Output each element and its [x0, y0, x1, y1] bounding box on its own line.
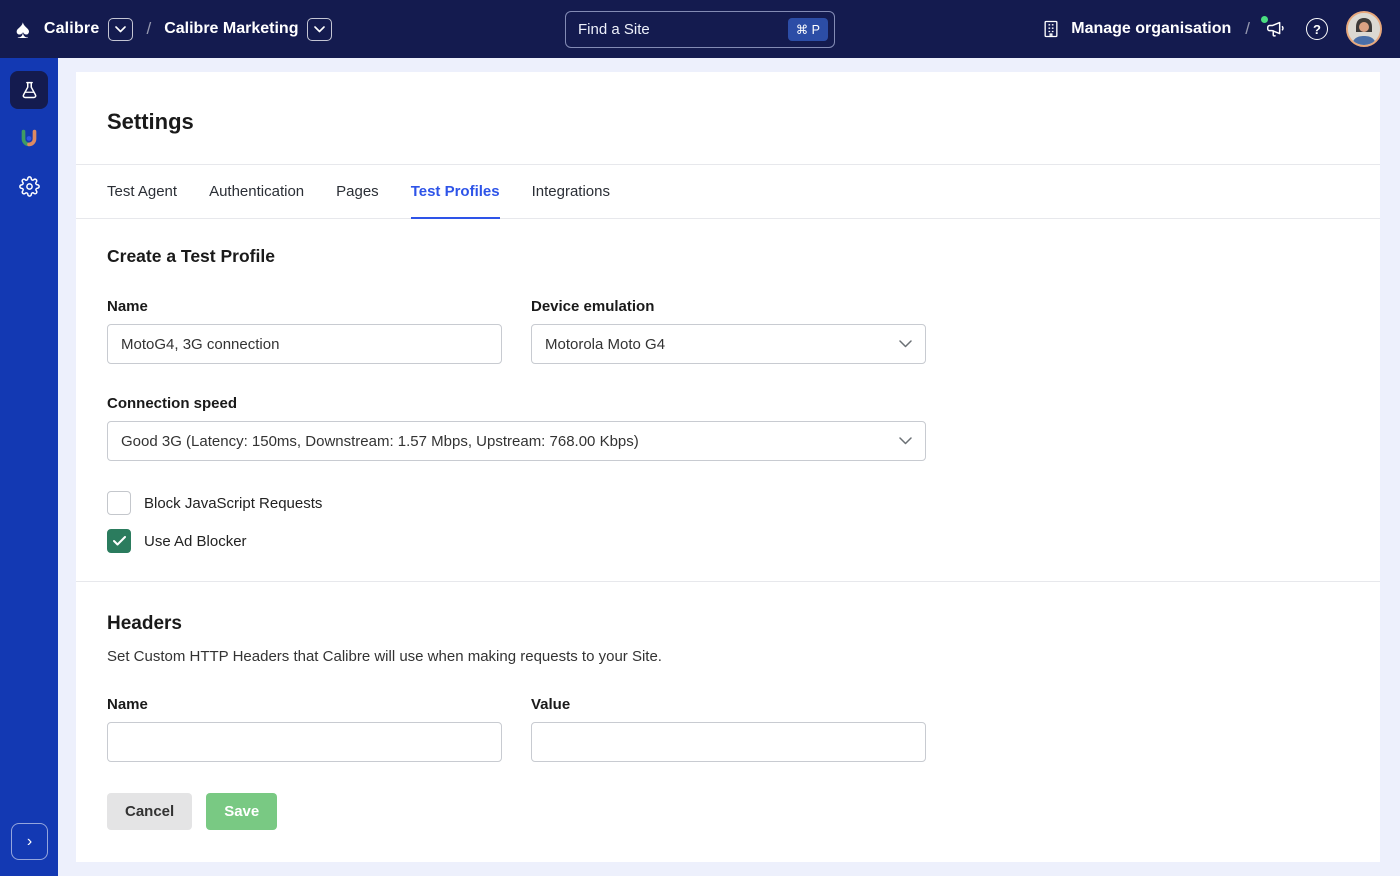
block-js-label: Block JavaScript Requests — [144, 495, 322, 512]
header-value-input[interactable] — [531, 722, 926, 762]
org-name: Calibre Marketing — [164, 20, 298, 38]
breadcrumb-separator: / — [146, 19, 151, 39]
sidebar-item-tests[interactable] — [10, 71, 48, 109]
tab-authentication[interactable]: Authentication — [209, 165, 304, 219]
header-value-label: Value — [531, 696, 926, 713]
gear-icon — [19, 176, 40, 197]
chevron-down-icon — [115, 26, 126, 33]
chevron-right-icon: › — [27, 833, 32, 851]
brand-name: Calibre — [44, 20, 100, 38]
tab-pages[interactable]: Pages — [336, 165, 379, 219]
headers-description: Set Custom HTTP Headers that Calibre wil… — [107, 648, 1349, 665]
tab-integrations[interactable]: Integrations — [532, 165, 610, 219]
brand-switcher-button[interactable] — [108, 18, 133, 41]
megaphone-icon — [1264, 18, 1288, 40]
chevron-down-icon — [899, 340, 912, 348]
profile-name-input[interactable] — [107, 324, 502, 364]
find-site-search[interactable]: ⌘ P — [565, 11, 835, 48]
calibre-logo-icon[interactable]: ♠ — [16, 16, 30, 42]
search-input[interactable] — [578, 21, 788, 38]
block-js-checkbox-row: Block JavaScript Requests — [107, 491, 1349, 515]
device-emulation-value: Motorola Moto G4 — [545, 336, 665, 353]
block-js-checkbox[interactable] — [107, 491, 131, 515]
left-sidebar: › — [0, 58, 58, 876]
connection-speed-label: Connection speed — [107, 395, 926, 412]
tab-test-agent[interactable]: Test Agent — [107, 165, 177, 219]
connection-speed-select[interactable]: Good 3G (Latency: 150ms, Downstream: 1.5… — [107, 421, 926, 461]
page-title: Settings — [107, 72, 1349, 164]
sidebar-item-app[interactable] — [10, 119, 48, 157]
name-label: Name — [107, 298, 502, 315]
u-logo-icon — [18, 127, 40, 149]
org-switcher-button[interactable] — [307, 18, 332, 41]
header-name-label: Name — [107, 696, 502, 713]
device-emulation-label: Device emulation — [531, 298, 926, 315]
top-navbar: ♠ Calibre / Calibre Marketing ⌘ P Manage… — [0, 0, 1400, 58]
separator: / — [1245, 19, 1250, 39]
ad-blocker-label: Use Ad Blocker — [144, 533, 247, 550]
cancel-button[interactable]: Cancel — [107, 793, 192, 830]
device-emulation-select[interactable]: Motorola Moto G4 — [531, 324, 926, 364]
headers-heading: Headers — [107, 613, 1349, 635]
flask-icon — [19, 80, 40, 101]
save-button[interactable]: Save — [206, 793, 277, 830]
manage-organisation-link[interactable]: Manage organisation — [1071, 20, 1231, 38]
ad-blocker-checkbox-row: Use Ad Blocker — [107, 529, 1349, 553]
connection-speed-value: Good 3G (Latency: 150ms, Downstream: 1.5… — [121, 433, 639, 450]
building-icon — [1041, 19, 1061, 39]
help-button[interactable]: ? — [1306, 18, 1328, 40]
notification-dot — [1261, 16, 1268, 23]
user-avatar[interactable] — [1346, 11, 1382, 47]
chevron-down-icon — [314, 26, 325, 33]
create-profile-heading: Create a Test Profile — [107, 246, 1349, 267]
settings-panel: Settings Test Agent Authentication Pages… — [76, 72, 1380, 862]
settings-tabs: Test Agent Authentication Pages Test Pro… — [76, 165, 1380, 219]
tab-test-profiles[interactable]: Test Profiles — [411, 165, 500, 219]
sidebar-expand-button[interactable]: › — [11, 823, 48, 860]
sidebar-item-settings[interactable] — [10, 167, 48, 205]
ad-blocker-checkbox[interactable] — [107, 529, 131, 553]
chevron-down-icon — [899, 437, 912, 445]
divider — [76, 581, 1380, 582]
keyboard-shortcut-badge: ⌘ P — [788, 18, 828, 41]
checkmark-icon — [113, 536, 126, 546]
announcements-button[interactable] — [1264, 18, 1288, 40]
header-name-input[interactable] — [107, 722, 502, 762]
